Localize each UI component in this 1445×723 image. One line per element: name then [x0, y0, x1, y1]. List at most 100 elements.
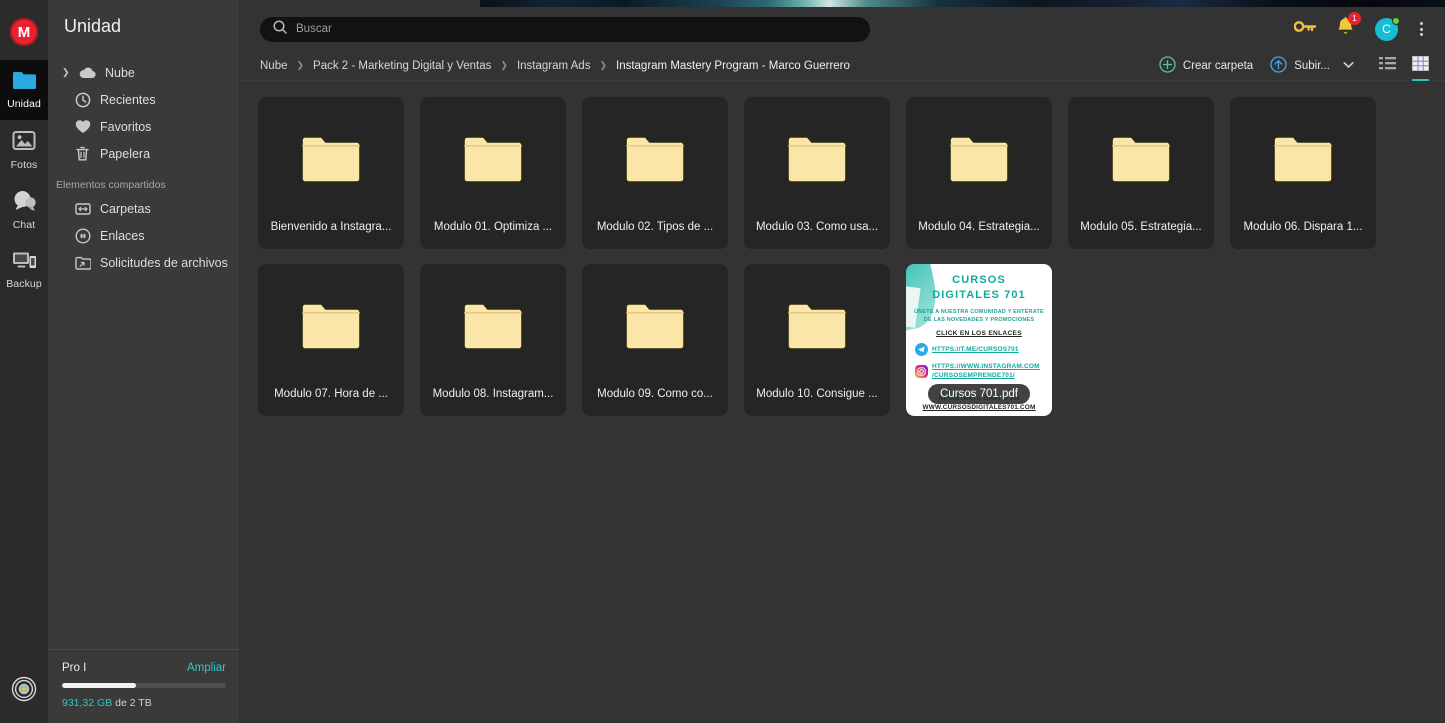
chevron-right-icon: ❯: [599, 60, 607, 70]
file-grid: Bienvenido a Instagra... Modulo 01. Opti…: [240, 81, 1445, 416]
rail-item-backup[interactable]: Backup: [0, 240, 48, 300]
file-name: Cursos 701.pdf: [928, 384, 1030, 404]
app-rail: M Unidad Fotos Chat Backup: [0, 0, 48, 723]
instagram-link-1: HTTPS://WWW.INSTAGRAM.COM: [932, 363, 1040, 370]
file-name: Modulo 04. Estrategia...: [918, 221, 1040, 233]
breadcrumb-item-0[interactable]: Nube: [260, 60, 288, 72]
pdf-sub-line-2: DE LAS NOVEDADES Y PROMOCIONES: [923, 317, 1035, 323]
create-folder-label: Crear carpeta: [1182, 59, 1254, 72]
sidebar-item-label: Enlaces: [100, 228, 145, 243]
bell-icon: [1336, 16, 1355, 41]
breadcrumb-item-1[interactable]: Pack 2 - Marketing Digital y Ventas: [313, 60, 491, 72]
instagram-link-2: /CURSOSEMPRENDE701/: [932, 372, 1015, 379]
notifications-bell[interactable]: 1: [1336, 11, 1361, 42]
folder-icon: [624, 97, 686, 221]
avatar[interactable]: C: [1375, 16, 1400, 41]
breadcrumb: Nube ❯ Pack 2 - Marketing Digital y Vent…: [260, 60, 850, 72]
sidebar-item-label: Solicitudes de archivos: [100, 255, 228, 270]
sidebar-item-favoritos[interactable]: Favoritos: [48, 113, 239, 140]
sidebar-item-label: Carpetas: [100, 201, 151, 216]
sidebar-item-enlaces[interactable]: Enlaces: [48, 222, 239, 249]
file-name: Modulo 07. Hora de ...: [274, 388, 388, 400]
sidebar-item-label: Nube: [105, 65, 135, 80]
file-card-folder[interactable]: Modulo 09. Como co...: [582, 264, 728, 416]
file-card-folder[interactable]: Bienvenido a Instagra...: [258, 97, 404, 249]
list-view-icon[interactable]: [1379, 56, 1396, 75]
folder-icon: [786, 97, 848, 221]
file-card-folder[interactable]: Modulo 05. Estrategia...: [1068, 97, 1214, 249]
file-card-pdf[interactable]: CURSOS DIGITALES 701 ÚNETE A NUESTRA COM…: [906, 264, 1052, 416]
avatar-initial: C: [1382, 22, 1391, 36]
breadcrumb-item-3[interactable]: Instagram Mastery Program - Marco Guerre…: [616, 60, 850, 72]
trash-icon: [74, 145, 91, 162]
pdf-foot-line-2: WWW.CURSOSDIGITALES701.COM: [922, 404, 1036, 411]
background-image-strip: [480, 0, 1445, 7]
file-name: Modulo 06. Dispara 1...: [1243, 221, 1363, 233]
file-request-icon: [74, 254, 91, 271]
chevron-down-icon[interactable]: [1343, 60, 1354, 72]
rail-item-fotos[interactable]: Fotos: [0, 120, 48, 180]
file-card-folder[interactable]: Modulo 01. Optimiza ...: [420, 97, 566, 249]
sidebar-item-solicitudes[interactable]: Solicitudes de archivos: [48, 249, 239, 276]
pdf-sub-line-1: ÚNETE A NUESTRA COMUNIDAD Y ENTÉRATE: [914, 309, 1044, 315]
file-name: Modulo 02. Tipos de ...: [596, 221, 714, 233]
sidebar-item-label: Papelera: [100, 146, 151, 161]
folder-icon: [462, 97, 524, 221]
file-card-folder[interactable]: Modulo 07. Hora de ...: [258, 264, 404, 416]
online-status-dot: [1392, 16, 1400, 25]
mega-logo[interactable]: M: [10, 18, 38, 46]
breadcrumb-actions: Crear carpeta Subir...: [1159, 55, 1429, 81]
folder-icon: [300, 97, 362, 221]
file-name: Bienvenido a Instagra...: [270, 221, 392, 233]
upload-button[interactable]: Subir...: [1270, 55, 1354, 76]
heart-icon: [74, 118, 91, 135]
search-input[interactable]: [296, 23, 857, 35]
grid-view-icon[interactable]: [1412, 55, 1429, 81]
cloud-icon: [79, 64, 96, 81]
kebab-menu-icon[interactable]: [1418, 20, 1425, 38]
rewind-rings-icon[interactable]: [11, 676, 37, 707]
storage-used: 931,32 GB: [62, 697, 113, 709]
file-name: Modulo 08. Instagram...: [432, 388, 554, 400]
breadcrumb-item-2[interactable]: Instagram Ads: [517, 60, 591, 72]
rail-item-chat[interactable]: Chat: [0, 180, 48, 240]
storage-text: 931,32 GB de 2 TB: [62, 697, 226, 709]
folder-icon: [948, 97, 1010, 221]
clock-icon: [74, 91, 91, 108]
sidebar-item-label: Recientes: [100, 92, 156, 107]
sidebar-item-nube[interactable]: ❯ Nube: [48, 59, 239, 86]
sidebar-item-label: Favoritos: [100, 119, 152, 134]
file-name: Modulo 05. Estrategia...: [1080, 221, 1202, 233]
instagram-icon: [915, 364, 928, 378]
upload-label: Subir...: [1294, 59, 1330, 72]
rail-item-unidad[interactable]: Unidad: [0, 60, 48, 120]
rail-label: Fotos: [10, 158, 38, 171]
file-card-folder[interactable]: Modulo 03. Como usa...: [744, 97, 890, 249]
rail-label: Backup: [6, 278, 42, 290]
upload-circle-icon: [1270, 55, 1287, 76]
sidebar-nav: ❯ Nube Recientes Favoritos Papelera Elem…: [48, 59, 239, 276]
sidebar-item-carpetas[interactable]: Carpetas: [48, 195, 239, 222]
sidebar-item-papelera[interactable]: Papelera: [48, 140, 239, 167]
chevron-right-icon: ❯: [500, 60, 508, 70]
sidebar-item-recientes[interactable]: Recientes: [48, 86, 239, 113]
pdf-click-label: CLICK EN LOS ENLACES: [936, 330, 1022, 337]
folder-icon: [1110, 97, 1172, 221]
file-card-folder[interactable]: Modulo 02. Tipos de ...: [582, 97, 728, 249]
key-icon[interactable]: [1293, 19, 1317, 39]
file-card-folder[interactable]: Modulo 10. Consigue ...: [744, 264, 890, 416]
shared-folders-icon: [74, 200, 91, 217]
file-card-folder[interactable]: Modulo 06. Dispara 1...: [1230, 97, 1376, 249]
app-window: M Unidad Fotos Chat Backup Unidad ❯ Nube…: [0, 0, 1445, 723]
file-card-folder[interactable]: Modulo 04. Estrategia...: [906, 97, 1052, 249]
search-icon: [273, 19, 287, 39]
create-folder-button[interactable]: Crear carpeta: [1159, 55, 1254, 76]
pdf-title-line-2: DIGITALES 701: [932, 289, 1026, 301]
search-bar[interactable]: [260, 16, 870, 42]
sidebar: Unidad ❯ Nube Recientes Favoritos Papele…: [48, 0, 240, 723]
view-toggle-group: [1379, 55, 1429, 81]
chevron-right-icon[interactable]: ❯: [62, 67, 70, 78]
file-card-folder[interactable]: Modulo 08. Instagram...: [420, 264, 566, 416]
rail-label: Unidad: [7, 98, 41, 110]
upgrade-link[interactable]: Ampliar: [187, 662, 226, 674]
